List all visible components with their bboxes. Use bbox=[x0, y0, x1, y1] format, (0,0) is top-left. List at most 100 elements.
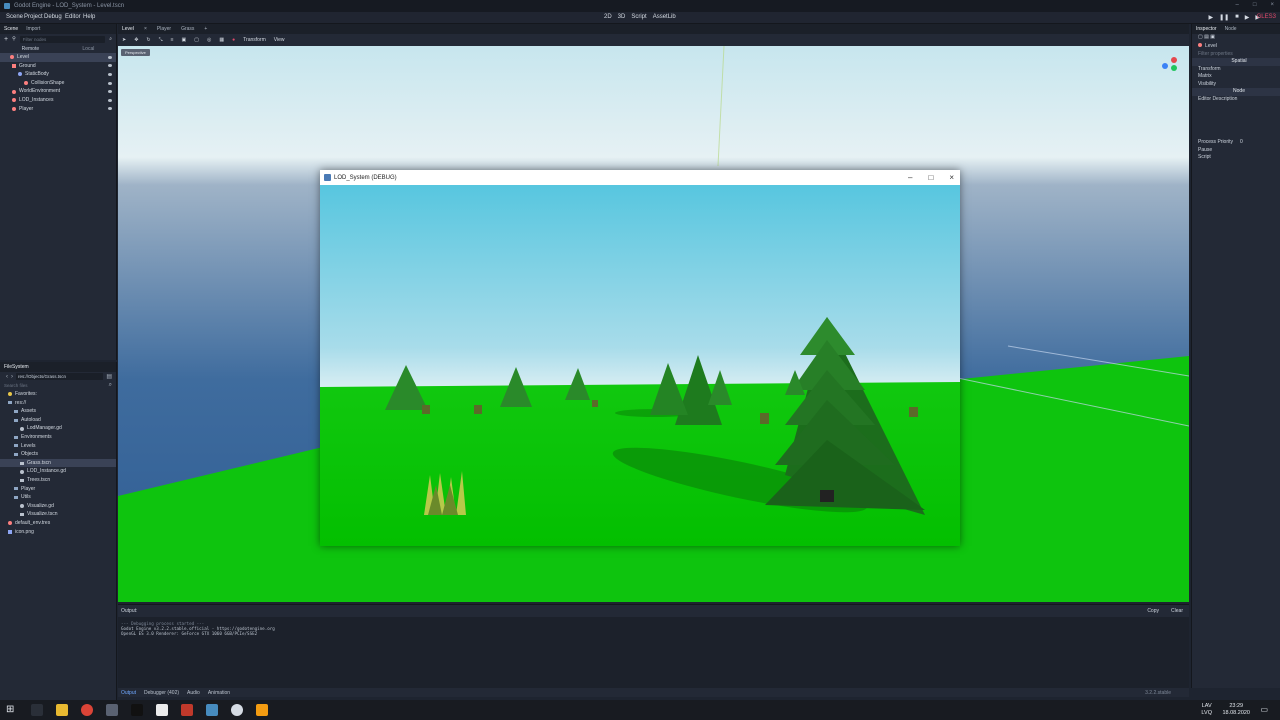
copy-button[interactable]: Copy bbox=[1147, 608, 1159, 614]
mode-script[interactable]: Script bbox=[631, 14, 646, 20]
notepad-icon[interactable] bbox=[156, 704, 168, 716]
menu-debug[interactable]: Debug bbox=[44, 14, 62, 20]
play-icon[interactable]: ▶ bbox=[1208, 14, 1213, 21]
file-item[interactable]: Visualize.tscn bbox=[0, 510, 116, 519]
folder-item[interactable]: Objects bbox=[0, 450, 116, 459]
renderer-select[interactable]: GLES3 bbox=[1257, 14, 1276, 20]
process-priority-value[interactable]: 0 bbox=[1240, 139, 1243, 147]
scale-tool-icon[interactable]: ⤡ bbox=[159, 37, 163, 43]
tab-debugger[interactable]: Debugger (402) bbox=[144, 690, 179, 696]
pause-icon[interactable]: ❚❚ bbox=[1219, 14, 1229, 21]
transform-menu[interactable]: Transform bbox=[243, 37, 266, 43]
folder-item[interactable]: Player bbox=[0, 485, 116, 494]
folder-item[interactable]: Assets bbox=[0, 407, 116, 416]
tab-animation[interactable]: Animation bbox=[208, 690, 230, 696]
select-tool-icon[interactable]: ➤ bbox=[122, 37, 126, 43]
tab-import[interactable]: Import bbox=[26, 26, 40, 32]
tab-grass[interactable]: Grass bbox=[181, 26, 194, 32]
mode-3d[interactable]: 3D bbox=[618, 14, 626, 20]
tree-item-worldenvironment[interactable]: WorldEnvironment bbox=[0, 87, 116, 96]
prop-visibility[interactable]: Visibility bbox=[1192, 81, 1280, 89]
visibility-icon[interactable] bbox=[108, 107, 112, 111]
godot-icon[interactable] bbox=[206, 704, 218, 716]
open-icon[interactable]: ▤ bbox=[1204, 34, 1209, 40]
file-item[interactable]: icon.png bbox=[0, 528, 116, 537]
visibility-icon[interactable] bbox=[108, 90, 112, 94]
prop-script[interactable]: Script bbox=[1192, 154, 1280, 162]
folder-item[interactable]: res:// bbox=[0, 399, 116, 408]
split-icon[interactable]: ▤ bbox=[106, 373, 112, 380]
menu-project[interactable]: Project bbox=[24, 14, 43, 20]
path-field[interactable]: res://Objects/Grass.tscn bbox=[16, 373, 104, 380]
app-icon[interactable] bbox=[181, 704, 193, 716]
minimize-icon[interactable]: – bbox=[1236, 2, 1239, 8]
prop-pause[interactable]: Pause bbox=[1192, 147, 1280, 155]
file-item[interactable]: Trees.tscn bbox=[0, 476, 116, 485]
list-tool-icon[interactable]: ≡ bbox=[171, 37, 174, 43]
obs-icon[interactable] bbox=[231, 704, 243, 716]
section-node[interactable]: Node bbox=[1192, 88, 1280, 96]
view-menu[interactable]: View bbox=[274, 37, 285, 43]
prop-matrix[interactable]: Matrix bbox=[1192, 73, 1280, 81]
search-files-input[interactable]: Search files bbox=[4, 382, 109, 389]
search-icon[interactable]: ⌕ bbox=[109, 382, 112, 389]
filter-properties-input[interactable]: Filter properties bbox=[1192, 51, 1280, 59]
lock-icon[interactable]: ▣ bbox=[182, 37, 187, 43]
start-icon[interactable]: ⊞ bbox=[6, 704, 18, 716]
tab-audio[interactable]: Audio bbox=[187, 690, 200, 696]
local-tab[interactable]: Local bbox=[82, 46, 94, 52]
tree-item-level[interactable]: Level bbox=[0, 53, 116, 62]
maximize-icon[interactable]: □ bbox=[928, 173, 933, 182]
perspective-menu[interactable]: Perspective bbox=[121, 49, 150, 56]
maximize-icon[interactable]: □ bbox=[1253, 2, 1257, 8]
add-node-icon[interactable]: + bbox=[4, 36, 8, 43]
task-view-icon[interactable] bbox=[31, 704, 43, 716]
clock[interactable]: 23:29 18.08.2020 bbox=[1222, 703, 1250, 717]
game-window[interactable]: LOD_System (DEBUG) – □ × bbox=[320, 170, 960, 546]
camera-icon[interactable]: ● bbox=[232, 37, 235, 43]
snap-icon[interactable]: ▦ bbox=[219, 37, 224, 43]
minimize-icon[interactable]: – bbox=[908, 173, 912, 182]
language-indicator[interactable]: LAV LVQ bbox=[1201, 703, 1212, 717]
tab-player[interactable]: Player bbox=[157, 26, 171, 32]
filesystem-title[interactable]: FileSystem bbox=[4, 364, 29, 370]
local-space-icon[interactable]: ◎ bbox=[207, 37, 211, 43]
menu-help[interactable]: Help bbox=[83, 14, 95, 20]
clear-button[interactable]: Clear bbox=[1171, 608, 1183, 614]
folder-item[interactable]: Autoload bbox=[0, 416, 116, 425]
close-icon[interactable]: × bbox=[949, 173, 954, 182]
new-resource-icon[interactable]: ▢ bbox=[1198, 34, 1203, 40]
rotate-tool-icon[interactable]: ↻ bbox=[146, 37, 150, 43]
game-window-titlebar[interactable]: LOD_System (DEBUG) – □ × bbox=[320, 170, 960, 185]
menu-scene[interactable]: Scene bbox=[6, 14, 23, 20]
group-icon[interactable]: ▢ bbox=[194, 37, 199, 43]
mode-2d[interactable]: 2D bbox=[604, 14, 612, 20]
visibility-icon[interactable] bbox=[108, 72, 112, 76]
search-icon[interactable]: ⌕ bbox=[109, 36, 112, 42]
terminal-icon[interactable] bbox=[131, 704, 143, 716]
folder-item[interactable]: Levels bbox=[0, 442, 116, 451]
close-icon[interactable]: × bbox=[1270, 2, 1274, 8]
visibility-icon[interactable] bbox=[108, 55, 112, 59]
file-item[interactable]: LOD_Instance.gd bbox=[0, 467, 116, 476]
tab-level[interactable]: Level bbox=[122, 26, 134, 32]
tab-node[interactable]: Node bbox=[1225, 26, 1237, 32]
tab-inspector[interactable]: Inspector bbox=[1196, 26, 1217, 32]
back-icon[interactable]: ‹ bbox=[6, 374, 8, 380]
menu-editor[interactable]: Editor bbox=[65, 14, 81, 20]
tree-item-player[interactable]: Player bbox=[0, 105, 116, 114]
stop-icon[interactable]: ■ bbox=[1235, 14, 1239, 21]
remote-tab[interactable]: Remote bbox=[22, 46, 40, 52]
file-explorer-icon[interactable] bbox=[56, 704, 68, 716]
favorites-item[interactable]: Favorites: bbox=[0, 390, 116, 399]
file-item-selected[interactable]: Grass.tscn bbox=[0, 458, 116, 468]
tab-output[interactable]: Output bbox=[121, 690, 136, 696]
process-priority-row[interactable]: Process Priority 0 bbox=[1192, 139, 1280, 147]
file-item[interactable]: default_env.tres bbox=[0, 519, 116, 528]
folder-item[interactable]: Environments bbox=[0, 433, 116, 442]
vlc-icon[interactable] bbox=[256, 704, 268, 716]
add-tab-icon[interactable]: + bbox=[204, 26, 207, 32]
filter-nodes-input[interactable]: Filter nodes bbox=[19, 35, 106, 43]
visibility-icon[interactable] bbox=[108, 98, 112, 102]
tab-scene[interactable]: Scene bbox=[4, 26, 18, 32]
